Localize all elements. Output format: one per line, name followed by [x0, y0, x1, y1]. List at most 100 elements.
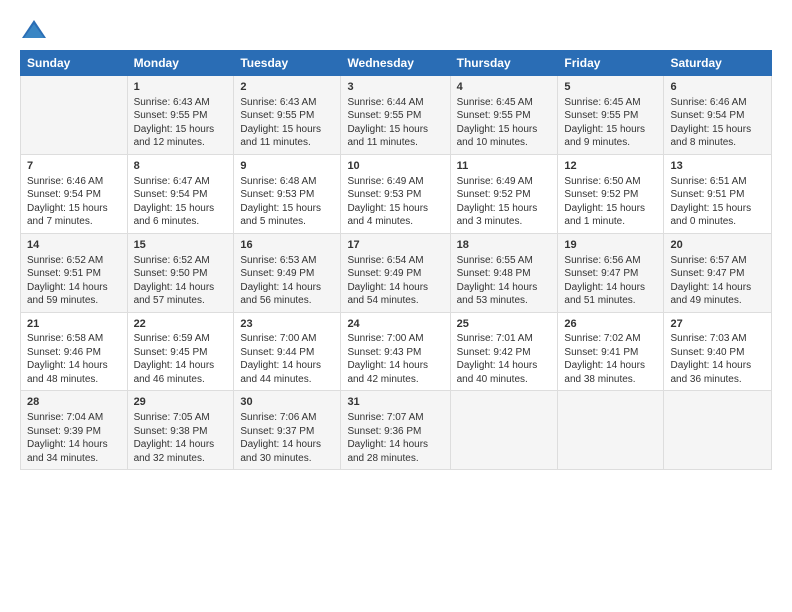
header-cell-sunday: Sunday [21, 51, 128, 76]
day-info-line: Sunrise: 6:45 AM [564, 96, 657, 110]
day-number: 7 [27, 159, 121, 174]
day-info-line: and 34 minutes. [27, 452, 121, 466]
day-info-line: Sunset: 9:55 PM [457, 109, 552, 123]
calendar-cell: 19Sunrise: 6:56 AMSunset: 9:47 PMDayligh… [558, 233, 664, 312]
day-info-line: Sunset: 9:45 PM [134, 346, 228, 360]
day-info-line: Sunrise: 6:52 AM [134, 254, 228, 268]
day-info-line: Daylight: 15 hours [457, 123, 552, 137]
day-info-line: Sunset: 9:55 PM [347, 109, 443, 123]
calendar-cell: 23Sunrise: 7:00 AMSunset: 9:44 PMDayligh… [234, 312, 341, 391]
day-number: 11 [457, 159, 552, 174]
day-info-line: Daylight: 14 hours [27, 281, 121, 295]
day-number: 16 [240, 238, 334, 253]
day-info-line: Daylight: 14 hours [347, 281, 443, 295]
day-number: 23 [240, 317, 334, 332]
calendar-cell: 28Sunrise: 7:04 AMSunset: 9:39 PMDayligh… [21, 391, 128, 470]
day-info-line: Sunrise: 7:07 AM [347, 411, 443, 425]
day-number: 14 [27, 238, 121, 253]
day-info-line: Sunset: 9:52 PM [564, 188, 657, 202]
day-info-line: Daylight: 15 hours [670, 202, 765, 216]
day-info-line: Sunset: 9:51 PM [27, 267, 121, 281]
day-info-line: Sunrise: 6:46 AM [27, 175, 121, 189]
calendar-cell: 31Sunrise: 7:07 AMSunset: 9:36 PMDayligh… [341, 391, 450, 470]
day-info-line: Sunrise: 6:52 AM [27, 254, 121, 268]
day-info-line: and 51 minutes. [564, 294, 657, 308]
calendar-cell: 25Sunrise: 7:01 AMSunset: 9:42 PMDayligh… [450, 312, 558, 391]
day-info-line: Daylight: 14 hours [134, 281, 228, 295]
day-info-line: Daylight: 15 hours [347, 202, 443, 216]
day-info-line: Sunset: 9:48 PM [457, 267, 552, 281]
day-info-line: Daylight: 14 hours [27, 359, 121, 373]
day-number: 26 [564, 317, 657, 332]
day-number: 25 [457, 317, 552, 332]
calendar-body: 1Sunrise: 6:43 AMSunset: 9:55 PMDaylight… [21, 76, 772, 470]
calendar-cell: 20Sunrise: 6:57 AMSunset: 9:47 PMDayligh… [664, 233, 772, 312]
day-info-line: Sunset: 9:54 PM [134, 188, 228, 202]
day-info-line: Sunrise: 6:44 AM [347, 96, 443, 110]
day-info-line: Sunset: 9:50 PM [134, 267, 228, 281]
day-number: 6 [670, 80, 765, 95]
day-info-line: Sunrise: 7:00 AM [347, 332, 443, 346]
day-number: 18 [457, 238, 552, 253]
day-info-line: Daylight: 14 hours [564, 281, 657, 295]
day-info-line: and 6 minutes. [134, 215, 228, 229]
day-number: 22 [134, 317, 228, 332]
calendar-cell: 6Sunrise: 6:46 AMSunset: 9:54 PMDaylight… [664, 76, 772, 155]
day-info-line: and 32 minutes. [134, 452, 228, 466]
day-number: 9 [240, 159, 334, 174]
day-info-line: Sunset: 9:54 PM [670, 109, 765, 123]
calendar-cell: 27Sunrise: 7:03 AMSunset: 9:40 PMDayligh… [664, 312, 772, 391]
day-info-line: and 36 minutes. [670, 373, 765, 387]
day-number: 24 [347, 317, 443, 332]
day-info-line: Sunset: 9:53 PM [240, 188, 334, 202]
day-info-line: Daylight: 14 hours [347, 359, 443, 373]
day-info-line: and 11 minutes. [347, 136, 443, 150]
day-info-line: Sunrise: 7:00 AM [240, 332, 334, 346]
day-info-line: and 7 minutes. [27, 215, 121, 229]
calendar-cell: 4Sunrise: 6:45 AMSunset: 9:55 PMDaylight… [450, 76, 558, 155]
page: SundayMondayTuesdayWednesdayThursdayFrid… [0, 0, 792, 612]
calendar-cell [664, 391, 772, 470]
day-info-line: Sunset: 9:51 PM [670, 188, 765, 202]
day-info-line: Sunrise: 6:54 AM [347, 254, 443, 268]
day-number: 10 [347, 159, 443, 174]
calendar-cell: 5Sunrise: 6:45 AMSunset: 9:55 PMDaylight… [558, 76, 664, 155]
day-number: 3 [347, 80, 443, 95]
calendar-cell: 26Sunrise: 7:02 AMSunset: 9:41 PMDayligh… [558, 312, 664, 391]
day-number: 1 [134, 80, 228, 95]
header-cell-saturday: Saturday [664, 51, 772, 76]
day-info-line: Daylight: 14 hours [134, 438, 228, 452]
calendar: SundayMondayTuesdayWednesdayThursdayFrid… [20, 50, 772, 470]
day-number: 31 [347, 395, 443, 410]
day-number: 12 [564, 159, 657, 174]
day-info-line: Daylight: 15 hours [134, 123, 228, 137]
day-info-line: Daylight: 15 hours [240, 202, 334, 216]
calendar-cell: 11Sunrise: 6:49 AMSunset: 9:52 PMDayligh… [450, 154, 558, 233]
day-info-line: Sunrise: 6:43 AM [134, 96, 228, 110]
day-number: 29 [134, 395, 228, 410]
day-info-line: Daylight: 15 hours [27, 202, 121, 216]
day-info-line: and 12 minutes. [134, 136, 228, 150]
day-info-line: Sunrise: 6:56 AM [564, 254, 657, 268]
day-info-line: and 54 minutes. [347, 294, 443, 308]
day-number: 20 [670, 238, 765, 253]
day-info-line: Sunrise: 7:06 AM [240, 411, 334, 425]
calendar-cell: 12Sunrise: 6:50 AMSunset: 9:52 PMDayligh… [558, 154, 664, 233]
calendar-cell: 22Sunrise: 6:59 AMSunset: 9:45 PMDayligh… [127, 312, 234, 391]
header-cell-monday: Monday [127, 51, 234, 76]
day-info-line: Sunrise: 6:49 AM [457, 175, 552, 189]
day-info-line: Daylight: 14 hours [240, 359, 334, 373]
day-number: 19 [564, 238, 657, 253]
calendar-cell: 14Sunrise: 6:52 AMSunset: 9:51 PMDayligh… [21, 233, 128, 312]
day-info-line: Sunrise: 6:58 AM [27, 332, 121, 346]
day-info-line: Sunrise: 6:46 AM [670, 96, 765, 110]
day-info-line: Sunrise: 6:50 AM [564, 175, 657, 189]
calendar-cell: 8Sunrise: 6:47 AMSunset: 9:54 PMDaylight… [127, 154, 234, 233]
day-info-line: Daylight: 14 hours [347, 438, 443, 452]
day-info-line: Daylight: 14 hours [240, 438, 334, 452]
day-info-line: Sunset: 9:53 PM [347, 188, 443, 202]
day-info-line: Daylight: 14 hours [457, 281, 552, 295]
day-info-line: Daylight: 15 hours [670, 123, 765, 137]
day-info-line: Sunset: 9:55 PM [564, 109, 657, 123]
day-info-line: Daylight: 14 hours [240, 281, 334, 295]
